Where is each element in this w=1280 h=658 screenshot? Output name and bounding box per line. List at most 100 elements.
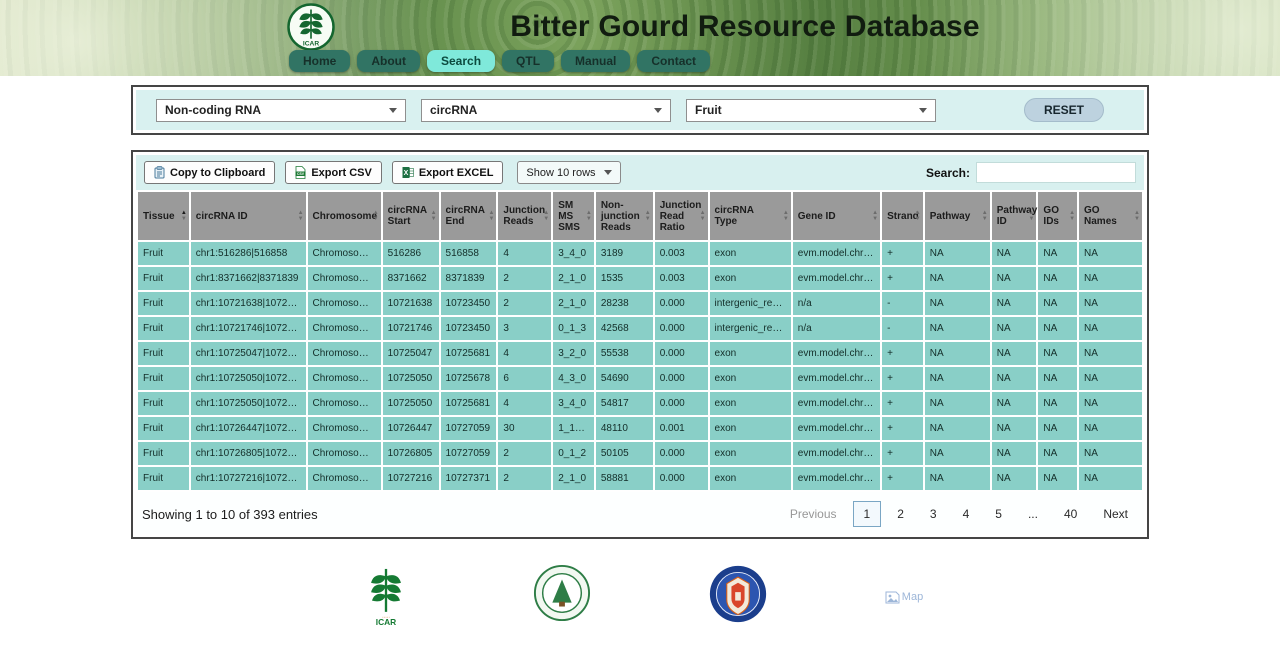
table-cell: Chromosome1	[308, 442, 381, 465]
university-emblem-logo	[709, 564, 767, 630]
pagination-page-40[interactable]: 40	[1054, 502, 1087, 526]
column-header-pathway-id[interactable]: Pathway ID▲▼	[992, 192, 1037, 240]
pagination-page-3[interactable]: 3	[920, 502, 947, 526]
table-row: Fruitchr1:10721638|10723450Chromosome110…	[138, 292, 1142, 315]
pagination-page-1[interactable]: 1	[853, 501, 882, 527]
show-rows-select[interactable]: Show 10 rows	[517, 161, 620, 184]
table-cell: 10726805	[383, 442, 439, 465]
table-cell: n/a	[793, 317, 880, 340]
table-cell: 10725678	[441, 367, 497, 390]
column-header-circrna-start[interactable]: circRNA Start▲▼	[383, 192, 439, 240]
table-toolbar: Copy to Clipboard CSV Export CSV X	[136, 155, 1144, 190]
export-excel-button[interactable]: X Export EXCEL	[392, 161, 504, 184]
nav-tab-manual[interactable]: Manual	[561, 50, 630, 72]
pagination-page-5[interactable]: 5	[985, 502, 1012, 526]
table-cell: NA	[992, 342, 1037, 365]
svg-text:X: X	[404, 170, 409, 177]
pagination-page-2[interactable]: 2	[887, 502, 914, 526]
pagination-page-4[interactable]: 4	[953, 502, 980, 526]
table-cell: 2	[498, 467, 551, 490]
show-rows-label: Show 10 rows	[526, 167, 595, 179]
nav-tab-contact[interactable]: Contact	[637, 50, 710, 72]
sort-icon: ▲▼	[645, 210, 651, 222]
search-input[interactable]	[976, 162, 1136, 183]
table-cell: 0.000	[655, 467, 708, 490]
table-cell: chr1:10725050|10725678	[191, 367, 306, 390]
column-header-circrna-type[interactable]: circRNA Type▲▼	[710, 192, 791, 240]
column-header-strand[interactable]: Strand▲▼	[882, 192, 923, 240]
table-cell: exon	[710, 417, 791, 440]
table-cell: NA	[925, 467, 990, 490]
table-cell: chr1:10721746|10723450	[191, 317, 306, 340]
table-cell: -	[882, 292, 923, 315]
copy-to-clipboard-button[interactable]: Copy to Clipboard	[144, 161, 275, 184]
table-cell: 4	[498, 392, 551, 415]
table-cell: NA	[1038, 317, 1077, 340]
chevron-down-icon	[654, 108, 662, 113]
table-cell: 10727371	[441, 467, 497, 490]
table-cell: 3_4_0	[553, 242, 594, 265]
nav-tab-about[interactable]: About	[357, 50, 420, 72]
export-csv-button[interactable]: CSV Export CSV	[285, 161, 382, 184]
column-header-junction-read-ratio[interactable]: Junction Read Ratio▲▼	[655, 192, 708, 240]
table-row: Fruitchr1:10725050|10725681Chromosome110…	[138, 392, 1142, 415]
blue-shield-icon	[708, 564, 768, 624]
table-cell: 10725681	[441, 342, 497, 365]
table-cell: NA	[925, 292, 990, 315]
table-cell: evm.model.chr1.1357	[793, 267, 880, 290]
table-cell: 4	[498, 342, 551, 365]
column-header-circrna-id[interactable]: circRNA ID▲▼	[191, 192, 306, 240]
export-excel-label: Export EXCEL	[419, 167, 494, 179]
pagination-previous[interactable]: Previous	[780, 502, 847, 526]
table-cell: 4_3_0	[553, 367, 594, 390]
table-cell: 55538	[596, 342, 653, 365]
table-cell: NA	[1079, 442, 1142, 465]
pagination-pages: 12345...40	[853, 501, 1088, 527]
sort-icon: ▲▼	[700, 210, 706, 222]
table-cell: 58881	[596, 467, 653, 490]
column-header-non-junction-reads[interactable]: Non-junction Reads▲▼	[596, 192, 653, 240]
category-select[interactable]: Non-coding RNA	[156, 99, 406, 122]
table-cell: 0_1_2	[553, 442, 594, 465]
table-cell: 516858	[441, 242, 497, 265]
table-cell: 0.000	[655, 342, 708, 365]
nav-tab-qtl[interactable]: QTL	[502, 50, 554, 72]
pagination-ellipsis: ...	[1018, 502, 1048, 526]
table-cell: NA	[925, 317, 990, 340]
table-cell: Chromosome1	[308, 317, 381, 340]
nav-tab-search[interactable]: Search	[427, 50, 495, 72]
sort-icon: ▲▼	[431, 210, 437, 222]
table-cell: 10725050	[383, 392, 439, 415]
filter-bar: Non-coding RNA circRNA Fruit RESET	[136, 90, 1144, 130]
table-cell: 28238	[596, 292, 653, 315]
column-header-pathway[interactable]: Pathway▲▼	[925, 192, 990, 240]
clipboard-icon	[154, 166, 165, 179]
tissue-select[interactable]: Fruit	[686, 99, 936, 122]
column-header-tissue[interactable]: Tissue▲▼	[138, 192, 189, 240]
tissue-select-value: Fruit	[695, 103, 722, 117]
table-cell: 3189	[596, 242, 653, 265]
table-row: Fruitchr1:10726447|10727059Chromosome110…	[138, 417, 1142, 440]
rna-type-select[interactable]: circRNA	[421, 99, 671, 122]
pagination-next[interactable]: Next	[1093, 502, 1138, 526]
export-csv-label: Export CSV	[311, 167, 372, 179]
table-cell: intergenic_region	[710, 292, 791, 315]
chevron-down-icon	[389, 108, 397, 113]
column-header-junction-reads[interactable]: Junction Reads▲▼	[498, 192, 551, 240]
nav-tab-home[interactable]: Home	[289, 50, 350, 72]
column-header-go-ids[interactable]: GO IDs▲▼	[1038, 192, 1077, 240]
column-header-chromosome[interactable]: Chromosome▲▼	[308, 192, 381, 240]
column-header-gene-id[interactable]: Gene ID▲▼	[793, 192, 880, 240]
column-header-go-names[interactable]: GO Names▲▼	[1079, 192, 1142, 240]
table-cell: 1535	[596, 267, 653, 290]
reset-button[interactable]: RESET	[1024, 98, 1104, 122]
table-cell: chr1:8371662|8371839	[191, 267, 306, 290]
table-cell: chr1:516286|516858	[191, 242, 306, 265]
column-header-sm-ms-sms[interactable]: SM MS SMS▲▼	[553, 192, 594, 240]
table-cell: Fruit	[138, 367, 189, 390]
table-cell: NA	[992, 367, 1037, 390]
column-header-circrna-end[interactable]: circRNA End▲▼	[441, 192, 497, 240]
sort-icon: ▲▼	[543, 210, 549, 222]
table-cell: 10725681	[441, 392, 497, 415]
table-cell: 0.000	[655, 367, 708, 390]
